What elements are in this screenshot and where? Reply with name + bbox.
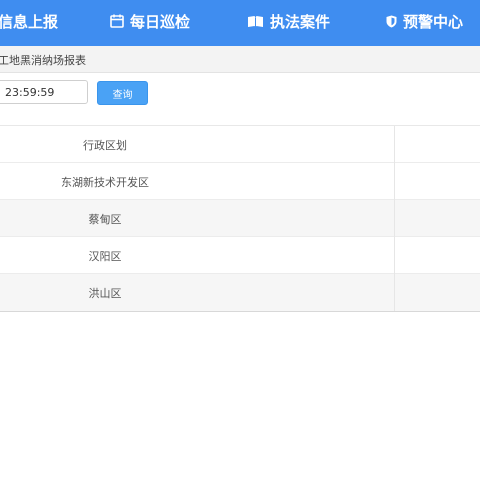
page-title: 工地黑消纳场报表: [0, 54, 86, 67]
table-row: 东湖新技术开发区: [0, 163, 480, 200]
district-cell: 洪山区: [88, 286, 122, 300]
table-row: 汉阳区: [0, 237, 480, 274]
breadcrumb: 工地黑消纳场报表: [0, 46, 480, 73]
district-cell: 汉阳区: [88, 249, 122, 263]
book-icon: [248, 15, 263, 27]
nav-item-warning-label: 预警中心: [403, 12, 464, 31]
report-table: 行政区划 东湖新技术开发区 蔡甸区 汉阳区 洪山区: [0, 125, 480, 312]
nav-item-patrol[interactable]: 每日巡检: [110, 0, 190, 42]
column-header-district: 行政区划: [83, 138, 127, 152]
district-cell: 东湖新技术开发区: [61, 175, 149, 189]
table-header-row: 行政区划: [0, 126, 480, 163]
calendar-icon: [110, 14, 124, 28]
nav-item-patrol-label: 每日巡检: [130, 12, 191, 31]
nav-item-warning[interactable]: 预警中心: [386, 0, 463, 42]
nav-item-cases-label: 执法案件: [270, 12, 331, 31]
table-row: 蔡甸区: [0, 200, 480, 237]
shield-icon: [386, 15, 397, 27]
table-cell: [395, 200, 480, 237]
district-cell: 蔡甸区: [88, 212, 122, 226]
table-cell: [395, 126, 480, 163]
table-cell: [395, 274, 480, 311]
query-button[interactable]: 查询: [97, 81, 148, 105]
table-cell: [395, 163, 480, 200]
table-cell: [395, 237, 480, 274]
nav-item-report[interactable]: 信息上报: [0, 0, 58, 42]
nav-item-cases[interactable]: 执法案件: [247, 0, 330, 42]
table-row: 洪山区: [0, 274, 480, 311]
end-time-input[interactable]: [0, 80, 88, 104]
nav-item-report-label: 信息上报: [0, 12, 59, 31]
top-nav: 信息上报 每日巡检 执法案件 预警中心: [0, 0, 480, 46]
